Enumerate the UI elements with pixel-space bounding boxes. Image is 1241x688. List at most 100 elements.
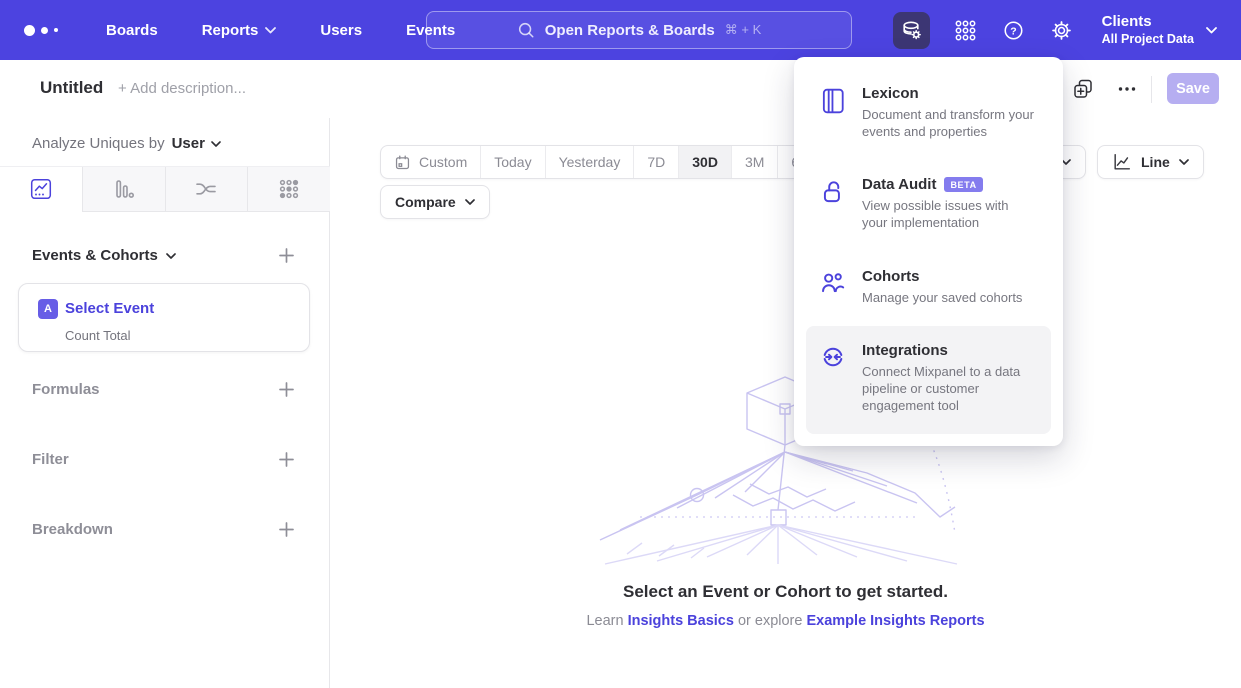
tab-flow-chart[interactable] — [165, 167, 248, 212]
date-range-today[interactable]: Today — [481, 146, 545, 178]
query-builder-sidebar: Analyze Uniques by User — [0, 118, 330, 688]
menu-item-lexicon-title: Lexicon — [862, 85, 919, 102]
add-formula-button[interactable] — [278, 381, 295, 398]
chart-type-label: Line — [1141, 154, 1170, 170]
search-icon — [517, 21, 535, 39]
top-navigation-bar: Boards Reports Users Events Open Reports… — [0, 0, 1241, 60]
events-cohorts-header[interactable]: Events & Cohorts — [32, 247, 176, 264]
compare-dropdown[interactable]: Compare — [380, 185, 490, 219]
add-event-button[interactable] — [278, 247, 295, 264]
formulas-label: Formulas — [32, 381, 100, 398]
more-icon — [1115, 77, 1139, 101]
menu-item-integrations-title: Integrations — [862, 342, 948, 359]
empty-state-title: Select an Event or Cohort to get started… — [330, 582, 1241, 602]
add-filter-button[interactable] — [278, 451, 295, 468]
date-range-7d-label: 7D — [647, 154, 665, 170]
add-breakdown-button[interactable] — [278, 521, 295, 538]
line-chart-type-icon — [1112, 152, 1132, 172]
duplicate-report-button[interactable] — [1071, 77, 1095, 101]
chevron-down-icon — [265, 27, 276, 34]
menu-item-data-audit-description: View possible issues with your implement… — [862, 197, 1037, 231]
menu-item-lexicon-description: Document and transform your events and p… — [862, 106, 1037, 140]
compare-label: Compare — [395, 194, 456, 210]
calendar-icon — [394, 154, 411, 171]
tab-metrics[interactable] — [247, 167, 330, 212]
plus-icon — [278, 521, 295, 538]
select-event-label: Select Event — [65, 300, 154, 317]
analyze-value-dropdown[interactable]: User — [172, 135, 221, 152]
metrics-grid-icon — [277, 177, 301, 201]
chart-type-dropdown[interactable]: Line — [1097, 145, 1204, 179]
nav-item-users-label: Users — [320, 22, 362, 39]
menu-item-cohorts[interactable]: Cohorts Manage your saved cohorts — [806, 252, 1051, 326]
menu-item-data-audit-title: Data Audit — [862, 176, 936, 193]
divider — [1151, 76, 1152, 103]
chart-type-tabs — [0, 166, 330, 212]
global-search-button[interactable]: Open Reports & Boards ⌘ + K — [426, 11, 852, 49]
settings-gear-icon — [1050, 19, 1073, 42]
cohorts-people-icon — [820, 270, 846, 296]
nav-item-users[interactable]: Users — [320, 22, 362, 39]
menu-item-data-audit[interactable]: Data Audit BETA View possible issues wit… — [806, 160, 1051, 251]
bar-chart-icon — [112, 177, 136, 201]
search-shortcut: ⌘ + K — [725, 22, 762, 38]
data-audit-lock-icon — [820, 178, 846, 206]
count-total-label[interactable]: Count Total — [65, 328, 131, 343]
integrations-sync-icon — [820, 344, 846, 370]
settings-button[interactable] — [1050, 18, 1074, 42]
add-description-field[interactable]: + Add description... — [118, 80, 246, 97]
event-series-badge: A — [38, 299, 58, 319]
apps-grid-button[interactable] — [954, 18, 978, 42]
beta-badge: BETA — [944, 177, 982, 192]
project-switcher[interactable]: Clients All Project Data — [1102, 13, 1217, 47]
org-name: Clients — [1102, 13, 1194, 31]
mixpanel-logo-icon[interactable] — [24, 25, 68, 36]
select-event-card[interactable]: A Select Event Count Total — [18, 283, 310, 352]
plus-icon — [278, 247, 295, 264]
analyze-uniques-row: Analyze Uniques by User — [32, 135, 221, 152]
tab-bar-chart[interactable] — [82, 167, 165, 212]
menu-item-lexicon[interactable]: Lexicon Document and transform your even… — [806, 69, 1051, 160]
chevron-down-icon — [166, 253, 176, 259]
flow-chart-icon — [194, 177, 218, 201]
menu-item-integrations-description: Connect Mixpanel to a data pipeline or c… — [862, 363, 1037, 414]
help-button[interactable]: ? — [1002, 18, 1026, 42]
date-range-3m-label: 3M — [745, 154, 764, 170]
duplicate-icon — [1071, 77, 1095, 101]
chevron-down-icon — [1179, 159, 1189, 165]
report-canvas: Custom Today Yesterday 7D 30D 3M 6M Comp… — [330, 118, 1241, 688]
data-management-button[interactable] — [893, 12, 930, 49]
breakdown-label: Breakdown — [32, 521, 113, 538]
or-explore-text: or explore — [738, 613, 802, 629]
data-management-icon — [900, 19, 923, 42]
date-range-custom[interactable]: Custom — [381, 146, 481, 178]
events-cohorts-label: Events & Cohorts — [32, 247, 158, 264]
tab-line-chart[interactable] — [0, 167, 82, 212]
example-insights-reports-link[interactable]: Example Insights Reports — [806, 613, 984, 629]
date-range-today-label: Today — [494, 154, 531, 170]
nav-item-reports[interactable]: Reports — [202, 22, 277, 39]
date-range-7d[interactable]: 7D — [634, 146, 679, 178]
more-options-button[interactable] — [1115, 77, 1139, 101]
empty-state-links: Learn Insights Basics or explore Example… — [330, 613, 1241, 629]
menu-item-cohorts-title: Cohorts — [862, 268, 920, 285]
date-range-3m[interactable]: 3M — [732, 146, 778, 178]
svg-text:?: ? — [1010, 25, 1016, 37]
analyze-label: Analyze Uniques by — [32, 135, 165, 152]
nav-item-boards[interactable]: Boards — [106, 22, 158, 39]
date-range-30d[interactable]: 30D — [679, 146, 732, 178]
plus-icon — [278, 381, 295, 398]
date-range-control: Custom Today Yesterday 7D 30D 3M 6M — [380, 145, 825, 179]
menu-item-integrations[interactable]: Integrations Connect Mixpanel to a data … — [806, 326, 1051, 434]
search-placeholder: Open Reports & Boards — [545, 22, 715, 39]
apps-grid-icon — [954, 19, 977, 42]
insights-basics-link[interactable]: Insights Basics — [628, 613, 734, 629]
date-range-yesterday[interactable]: Yesterday — [546, 146, 635, 178]
report-title[interactable]: Untitled — [40, 78, 103, 98]
learn-prefix: Learn — [586, 613, 623, 629]
nav-right-controls: ? Clients All Project Data — [893, 0, 1217, 60]
lexicon-book-icon — [820, 87, 846, 115]
chevron-down-icon — [1206, 27, 1217, 34]
save-button[interactable]: Save — [1167, 73, 1219, 104]
date-range-custom-label: Custom — [419, 154, 467, 170]
